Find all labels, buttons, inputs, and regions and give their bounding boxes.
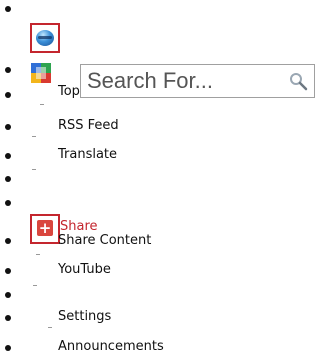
menu-settings-link[interactable]: Settings — [58, 309, 111, 324]
menu-rss-link[interactable]: RSS Feed — [58, 118, 119, 133]
bubble-icon-button[interactable] — [30, 23, 60, 53]
list-bullet — [5, 67, 11, 73]
menu-announcements-link[interactable]: Announcements — [58, 339, 164, 354]
list-bullet — [5, 238, 11, 244]
list-bullet — [5, 345, 11, 351]
menu-divider — [48, 327, 52, 328]
page: Top RSS Feed Translate + Share Share Con… — [0, 0, 320, 362]
list-bullet — [5, 6, 11, 12]
menu-share-content-link[interactable]: Share Content — [58, 233, 151, 248]
list-bullet — [5, 268, 11, 274]
share-plus-icon: + — [37, 219, 53, 237]
menu-divider — [32, 169, 36, 170]
menu-translate-link[interactable]: Translate — [58, 147, 117, 162]
menu-divider — [33, 285, 37, 286]
menu-divider — [32, 136, 36, 137]
list-bullet — [5, 292, 11, 298]
menu-divider — [36, 254, 40, 255]
google-icon[interactable] — [31, 63, 51, 83]
search-input[interactable] — [87, 67, 277, 95]
list-bullet — [5, 153, 11, 159]
menu-top-link[interactable]: Top — [58, 84, 80, 99]
list-bullet — [5, 124, 11, 130]
list-bullet — [5, 315, 11, 321]
share-icon-button[interactable]: + — [30, 214, 60, 244]
list-bullet — [5, 92, 11, 98]
share-link[interactable]: Share — [60, 219, 98, 234]
list-bullet — [5, 176, 11, 182]
menu-youtube-link[interactable]: YouTube — [58, 262, 111, 277]
magnifier-icon[interactable] — [288, 71, 308, 91]
menu-divider — [40, 104, 44, 105]
blue-bubble-icon — [36, 30, 54, 46]
list-bullet — [5, 200, 11, 206]
search-box — [80, 64, 315, 98]
